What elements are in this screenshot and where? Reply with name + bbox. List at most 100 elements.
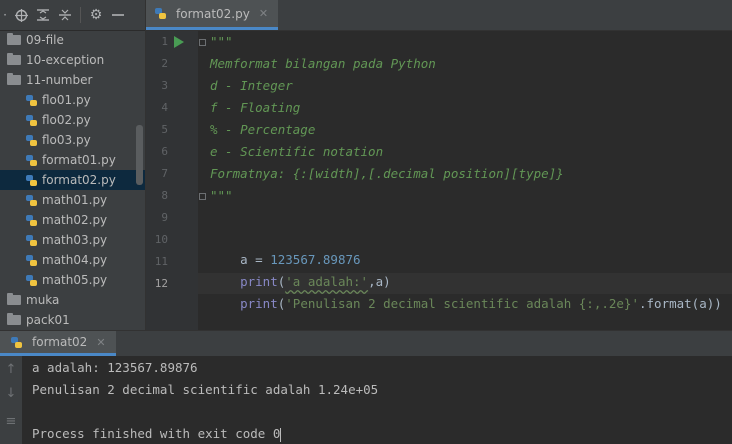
code-line-1: """	[210, 34, 233, 49]
tree-file-math04[interactable]: math04.py	[0, 250, 145, 270]
python-run-icon	[11, 336, 22, 348]
console-line: Penulisan 2 decimal scientific adalah 1.…	[32, 382, 379, 397]
locate-icon[interactable]	[10, 4, 32, 26]
tree-item-label: format02.py	[42, 173, 116, 187]
toolbar-divider	[80, 7, 81, 23]
tree-file-format02[interactable]: format02.py	[0, 170, 145, 190]
fold-icon[interactable]	[199, 193, 206, 200]
editor-gutter: 1 2 3 4 5 6 7 8 9 10 11 12	[146, 31, 206, 330]
project-tree: 09-file 10-exception 11-number flo01.py …	[0, 30, 145, 330]
code-line-5: % - Percentage	[210, 122, 316, 137]
python-file-icon	[26, 274, 37, 286]
code-line-12: print('Penulisan 2 decimal scientific ad…	[210, 274, 722, 311]
tree-item-label: math01.py	[42, 193, 108, 207]
python-file-icon	[26, 234, 37, 246]
tree-item-label: format01.py	[42, 153, 116, 167]
line-number: 4	[161, 101, 168, 114]
code-builtin: print	[240, 296, 278, 311]
line-number: 2	[161, 57, 168, 70]
project-toolbar: · ⚙	[0, 0, 145, 31]
text-caret	[280, 427, 282, 442]
code-line-8: """	[210, 188, 233, 203]
console-line: a adalah: 123567.89876	[32, 360, 198, 375]
tree-file-format01[interactable]: format01.py	[0, 150, 145, 170]
code-string: 'Penulisan 2 decimal scientific adalah {…	[285, 296, 639, 311]
code-token: .format(a))	[639, 296, 722, 311]
run-side-toolbar: ↑ ↓ ≡	[0, 356, 23, 444]
tree-item-label: math03.py	[42, 233, 108, 247]
scroll-up-icon[interactable]: ↑	[0, 362, 22, 382]
code-line-7: Formatnya: {:[width],[.decimal position]…	[210, 166, 564, 181]
tab-format02-py[interactable]: format02.py ✕	[146, 0, 279, 30]
python-file-icon	[26, 114, 37, 126]
more-icon[interactable]: ·	[0, 4, 10, 26]
code-line-4: f - Floating	[210, 100, 301, 115]
folder-icon	[7, 293, 21, 305]
code-line-6: e - Scientific notation	[210, 144, 384, 159]
run-tab-label: format02	[32, 335, 88, 349]
tree-folder-10-exception[interactable]: 10-exception	[0, 50, 145, 70]
tree-file-math05[interactable]: math05.py	[0, 270, 145, 290]
run-console[interactable]: a adalah: 123567.89876 Penulisan 2 decim…	[22, 356, 732, 444]
tree-file-math03[interactable]: math03.py	[0, 230, 145, 250]
tree-file-flo01[interactable]: flo01.py	[0, 90, 145, 110]
fold-icon[interactable]	[199, 39, 206, 46]
tab-label: format02.py	[176, 6, 250, 21]
python-file-icon	[26, 174, 37, 186]
line-number: 5	[161, 123, 168, 136]
tree-item-label: math05.py	[42, 273, 108, 287]
tree-item-label: 11-number	[26, 73, 93, 87]
code-editor[interactable]: """ Memformat bilangan pada Python d - I…	[210, 31, 732, 330]
console-line-exit: Process finished with exit code 0	[32, 424, 282, 444]
line-number: 3	[161, 79, 168, 92]
line-number: 9	[161, 211, 168, 224]
close-icon[interactable]: ✕	[259, 7, 268, 20]
tree-item-label: 10-exception	[26, 53, 105, 67]
project-scrollbar[interactable]	[136, 125, 143, 185]
line-number-current: 12	[154, 277, 168, 290]
folder-icon	[7, 53, 21, 65]
tree-item-label: flo02.py	[42, 113, 91, 127]
tree-folder-muka[interactable]: muka	[0, 290, 145, 310]
tree-item-label: math02.py	[42, 213, 108, 227]
line-number: 1	[161, 35, 168, 48]
python-file-icon	[26, 154, 37, 166]
code-line-11: print('a adalah:',a)	[210, 252, 391, 289]
tree-folder-11-number[interactable]: 11-number	[0, 70, 145, 90]
project-panel: · ⚙ 09-file 10-exception 11-number flo01…	[0, 0, 146, 330]
gear-icon[interactable]: ⚙	[85, 4, 107, 26]
python-file-icon	[155, 8, 166, 19]
exit-message: Process finished with exit code 0	[32, 426, 281, 441]
code-line-3: d - Integer	[210, 78, 293, 93]
line-number: 10	[154, 233, 168, 246]
code-line-10: a = 123567.89876	[210, 230, 360, 267]
collapse-all-icon[interactable]	[54, 4, 76, 26]
tree-file-flo03[interactable]: flo03.py	[0, 130, 145, 150]
tree-item-label: math04.py	[42, 253, 108, 267]
soft-wrap-icon[interactable]: ≡	[0, 414, 22, 434]
line-number: 7	[161, 167, 168, 180]
tree-file-flo02[interactable]: flo02.py	[0, 110, 145, 130]
tree-item-label: muka	[26, 293, 60, 307]
package-folder-icon	[7, 313, 21, 325]
hide-icon[interactable]	[107, 4, 129, 26]
run-icon[interactable]	[174, 36, 184, 48]
tree-item-label: 09-file	[26, 33, 64, 47]
tree-item-label: pack01	[26, 313, 70, 327]
scroll-down-icon[interactable]: ↓	[0, 386, 22, 406]
python-file-icon	[26, 254, 37, 266]
folder-icon	[7, 73, 21, 85]
tree-folder-pack01[interactable]: pack01	[0, 310, 145, 330]
tree-folder-09-file[interactable]: 09-file	[0, 30, 145, 50]
run-tool-window-header: format02 ✕	[0, 330, 732, 357]
python-file-icon	[26, 194, 37, 206]
tab-run-format02[interactable]: format02 ✕	[0, 331, 116, 356]
line-number: 8	[161, 189, 168, 202]
editor-tab-bar: format02.py ✕	[146, 0, 732, 31]
tree-file-math02[interactable]: math02.py	[0, 210, 145, 230]
expand-all-icon[interactable]	[32, 4, 54, 26]
line-number: 11	[154, 255, 168, 268]
tree-file-math01[interactable]: math01.py	[0, 190, 145, 210]
close-icon[interactable]: ✕	[96, 336, 105, 349]
python-file-icon	[26, 214, 37, 226]
